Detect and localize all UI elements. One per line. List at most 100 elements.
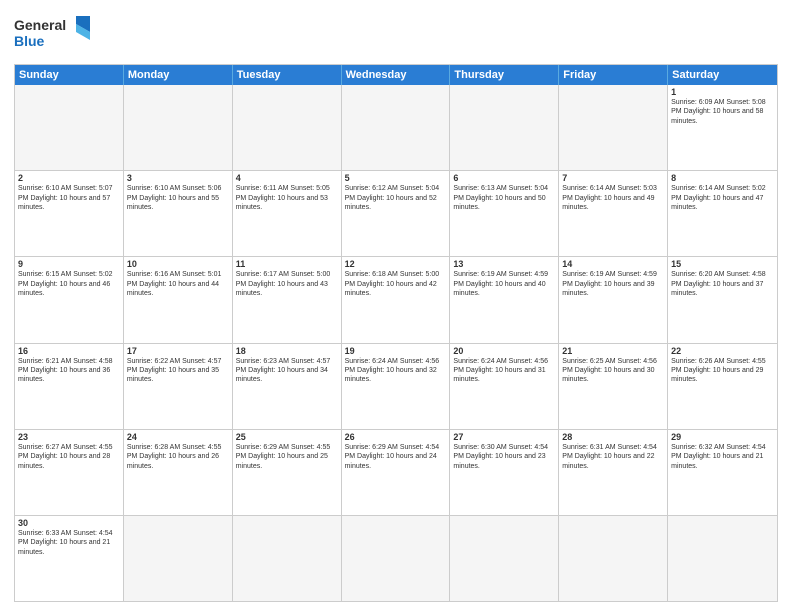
header-cell-thursday: Thursday bbox=[450, 65, 559, 85]
calendar-cell: 30Sunrise: 6:33 AM Sunset: 4:54 PM Dayli… bbox=[15, 516, 124, 601]
calendar-cell: 16Sunrise: 6:21 AM Sunset: 4:58 PM Dayli… bbox=[15, 344, 124, 429]
calendar-cell: 21Sunrise: 6:25 AM Sunset: 4:56 PM Dayli… bbox=[559, 344, 668, 429]
day-info: Sunrise: 6:11 AM Sunset: 5:05 PM Dayligh… bbox=[236, 184, 338, 212]
day-info: Sunrise: 6:32 AM Sunset: 4:54 PM Dayligh… bbox=[671, 443, 774, 471]
day-number: 2 bbox=[18, 173, 120, 183]
day-info: Sunrise: 6:14 AM Sunset: 5:02 PM Dayligh… bbox=[671, 184, 774, 212]
day-number: 30 bbox=[18, 518, 120, 528]
day-number: 3 bbox=[127, 173, 229, 183]
calendar-cell: 23Sunrise: 6:27 AM Sunset: 4:55 PM Dayli… bbox=[15, 430, 124, 515]
day-info: Sunrise: 6:27 AM Sunset: 4:55 PM Dayligh… bbox=[18, 443, 120, 471]
calendar-cell: 2Sunrise: 6:10 AM Sunset: 5:07 PM Daylig… bbox=[15, 171, 124, 256]
day-info: Sunrise: 6:30 AM Sunset: 4:54 PM Dayligh… bbox=[453, 443, 555, 471]
calendar-cell bbox=[342, 85, 451, 170]
calendar-cell bbox=[668, 516, 777, 601]
day-number: 5 bbox=[345, 173, 447, 183]
calendar-cell: 1Sunrise: 6:09 AM Sunset: 5:08 PM Daylig… bbox=[668, 85, 777, 170]
day-number: 12 bbox=[345, 259, 447, 269]
day-info: Sunrise: 6:13 AM Sunset: 5:04 PM Dayligh… bbox=[453, 184, 555, 212]
header-cell-sunday: Sunday bbox=[15, 65, 124, 85]
day-number: 23 bbox=[18, 432, 120, 442]
calendar-cell: 20Sunrise: 6:24 AM Sunset: 4:56 PM Dayli… bbox=[450, 344, 559, 429]
calendar-week-5: 30Sunrise: 6:33 AM Sunset: 4:54 PM Dayli… bbox=[15, 516, 777, 601]
day-number: 14 bbox=[562, 259, 664, 269]
logo-svg: General Blue bbox=[14, 12, 94, 56]
day-info: Sunrise: 6:22 AM Sunset: 4:57 PM Dayligh… bbox=[127, 357, 229, 385]
day-info: Sunrise: 6:29 AM Sunset: 4:54 PM Dayligh… bbox=[345, 443, 447, 471]
day-info: Sunrise: 6:23 AM Sunset: 4:57 PM Dayligh… bbox=[236, 357, 338, 385]
calendar-cell: 24Sunrise: 6:28 AM Sunset: 4:55 PM Dayli… bbox=[124, 430, 233, 515]
calendar-cell bbox=[124, 516, 233, 601]
calendar-cell bbox=[450, 516, 559, 601]
calendar-cell: 5Sunrise: 6:12 AM Sunset: 5:04 PM Daylig… bbox=[342, 171, 451, 256]
day-number: 21 bbox=[562, 346, 664, 356]
calendar-cell: 26Sunrise: 6:29 AM Sunset: 4:54 PM Dayli… bbox=[342, 430, 451, 515]
calendar-cell: 19Sunrise: 6:24 AM Sunset: 4:56 PM Dayli… bbox=[342, 344, 451, 429]
day-number: 8 bbox=[671, 173, 774, 183]
day-number: 4 bbox=[236, 173, 338, 183]
calendar-cell: 11Sunrise: 6:17 AM Sunset: 5:00 PM Dayli… bbox=[233, 257, 342, 342]
day-number: 26 bbox=[345, 432, 447, 442]
calendar-cell bbox=[15, 85, 124, 170]
calendar-cell: 29Sunrise: 6:32 AM Sunset: 4:54 PM Dayli… bbox=[668, 430, 777, 515]
calendar-cell bbox=[233, 516, 342, 601]
header: General Blue bbox=[14, 12, 778, 56]
calendar-cell bbox=[124, 85, 233, 170]
svg-text:Blue: Blue bbox=[14, 33, 45, 49]
day-number: 13 bbox=[453, 259, 555, 269]
header-cell-saturday: Saturday bbox=[668, 65, 777, 85]
calendar-week-1: 2Sunrise: 6:10 AM Sunset: 5:07 PM Daylig… bbox=[15, 171, 777, 257]
calendar-cell: 3Sunrise: 6:10 AM Sunset: 5:06 PM Daylig… bbox=[124, 171, 233, 256]
calendar-cell: 22Sunrise: 6:26 AM Sunset: 4:55 PM Dayli… bbox=[668, 344, 777, 429]
day-info: Sunrise: 6:31 AM Sunset: 4:54 PM Dayligh… bbox=[562, 443, 664, 471]
calendar-cell: 12Sunrise: 6:18 AM Sunset: 5:00 PM Dayli… bbox=[342, 257, 451, 342]
day-number: 6 bbox=[453, 173, 555, 183]
calendar-cell: 10Sunrise: 6:16 AM Sunset: 5:01 PM Dayli… bbox=[124, 257, 233, 342]
day-number: 17 bbox=[127, 346, 229, 356]
day-info: Sunrise: 6:17 AM Sunset: 5:00 PM Dayligh… bbox=[236, 270, 338, 298]
day-number: 20 bbox=[453, 346, 555, 356]
day-info: Sunrise: 6:19 AM Sunset: 4:59 PM Dayligh… bbox=[453, 270, 555, 298]
day-number: 11 bbox=[236, 259, 338, 269]
day-info: Sunrise: 6:28 AM Sunset: 4:55 PM Dayligh… bbox=[127, 443, 229, 471]
day-number: 15 bbox=[671, 259, 774, 269]
day-number: 22 bbox=[671, 346, 774, 356]
calendar-cell: 14Sunrise: 6:19 AM Sunset: 4:59 PM Dayli… bbox=[559, 257, 668, 342]
day-info: Sunrise: 6:25 AM Sunset: 4:56 PM Dayligh… bbox=[562, 357, 664, 385]
calendar: SundayMondayTuesdayWednesdayThursdayFrid… bbox=[14, 64, 778, 602]
calendar-header: SundayMondayTuesdayWednesdayThursdayFrid… bbox=[15, 65, 777, 85]
day-info: Sunrise: 6:10 AM Sunset: 5:07 PM Dayligh… bbox=[18, 184, 120, 212]
calendar-cell: 25Sunrise: 6:29 AM Sunset: 4:55 PM Dayli… bbox=[233, 430, 342, 515]
day-info: Sunrise: 6:33 AM Sunset: 4:54 PM Dayligh… bbox=[18, 529, 120, 557]
day-info: Sunrise: 6:15 AM Sunset: 5:02 PM Dayligh… bbox=[18, 270, 120, 298]
calendar-cell bbox=[342, 516, 451, 601]
day-info: Sunrise: 6:16 AM Sunset: 5:01 PM Dayligh… bbox=[127, 270, 229, 298]
calendar-cell: 17Sunrise: 6:22 AM Sunset: 4:57 PM Dayli… bbox=[124, 344, 233, 429]
day-info: Sunrise: 6:24 AM Sunset: 4:56 PM Dayligh… bbox=[345, 357, 447, 385]
day-number: 9 bbox=[18, 259, 120, 269]
day-info: Sunrise: 6:10 AM Sunset: 5:06 PM Dayligh… bbox=[127, 184, 229, 212]
calendar-week-4: 23Sunrise: 6:27 AM Sunset: 4:55 PM Dayli… bbox=[15, 430, 777, 516]
day-info: Sunrise: 6:14 AM Sunset: 5:03 PM Dayligh… bbox=[562, 184, 664, 212]
calendar-cell bbox=[559, 516, 668, 601]
day-number: 16 bbox=[18, 346, 120, 356]
day-number: 25 bbox=[236, 432, 338, 442]
day-info: Sunrise: 6:09 AM Sunset: 5:08 PM Dayligh… bbox=[671, 98, 774, 126]
header-cell-friday: Friday bbox=[559, 65, 668, 85]
day-info: Sunrise: 6:18 AM Sunset: 5:00 PM Dayligh… bbox=[345, 270, 447, 298]
day-info: Sunrise: 6:24 AM Sunset: 4:56 PM Dayligh… bbox=[453, 357, 555, 385]
calendar-cell: 8Sunrise: 6:14 AM Sunset: 5:02 PM Daylig… bbox=[668, 171, 777, 256]
logo: General Blue bbox=[14, 12, 94, 56]
day-number: 10 bbox=[127, 259, 229, 269]
header-cell-monday: Monday bbox=[124, 65, 233, 85]
day-info: Sunrise: 6:21 AM Sunset: 4:58 PM Dayligh… bbox=[18, 357, 120, 385]
day-number: 24 bbox=[127, 432, 229, 442]
calendar-body: 1Sunrise: 6:09 AM Sunset: 5:08 PM Daylig… bbox=[15, 85, 777, 601]
day-number: 1 bbox=[671, 87, 774, 97]
calendar-cell: 18Sunrise: 6:23 AM Sunset: 4:57 PM Dayli… bbox=[233, 344, 342, 429]
day-info: Sunrise: 6:19 AM Sunset: 4:59 PM Dayligh… bbox=[562, 270, 664, 298]
calendar-week-2: 9Sunrise: 6:15 AM Sunset: 5:02 PM Daylig… bbox=[15, 257, 777, 343]
calendar-week-0: 1Sunrise: 6:09 AM Sunset: 5:08 PM Daylig… bbox=[15, 85, 777, 171]
day-number: 27 bbox=[453, 432, 555, 442]
calendar-cell bbox=[559, 85, 668, 170]
